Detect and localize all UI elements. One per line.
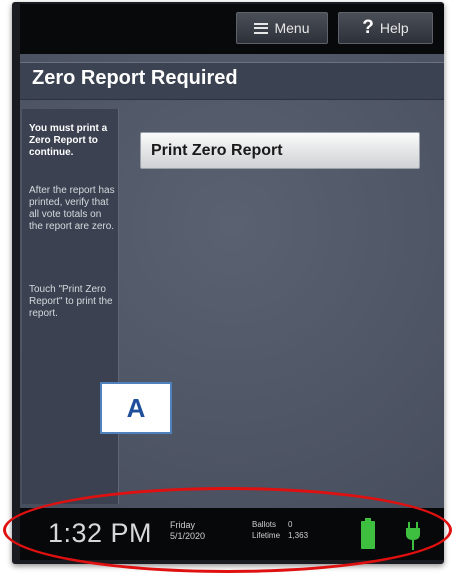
callout-label-a: A — [100, 382, 172, 434]
screen: Menu ? Help Zero Report Required You mus… — [20, 4, 444, 560]
instruction-touch: Touch "Print Zero Report" to print the r… — [29, 284, 113, 319]
page-title: Zero Report Required — [32, 67, 238, 89]
status-bar-highlight-ring — [3, 487, 452, 573]
instruction-heading: You must print a Zero Report to continue… — [29, 123, 108, 158]
print-zero-report-button[interactable]: Print Zero Report — [140, 132, 420, 169]
menu-label: Menu — [274, 20, 310, 36]
title-bar: Zero Report Required — [20, 62, 444, 100]
top-bar: Menu ? Help — [20, 4, 444, 54]
help-button[interactable]: ? Help — [338, 12, 433, 44]
question-icon: ? — [362, 17, 374, 38]
help-label: Help — [379, 20, 409, 36]
instruction-body: After the report has printed, verify tha… — [29, 185, 115, 232]
hamburger-icon — [254, 22, 269, 34]
menu-button[interactable]: Menu — [236, 12, 328, 44]
instruction-panel: You must print a Zero Report to continue… — [22, 109, 119, 504]
